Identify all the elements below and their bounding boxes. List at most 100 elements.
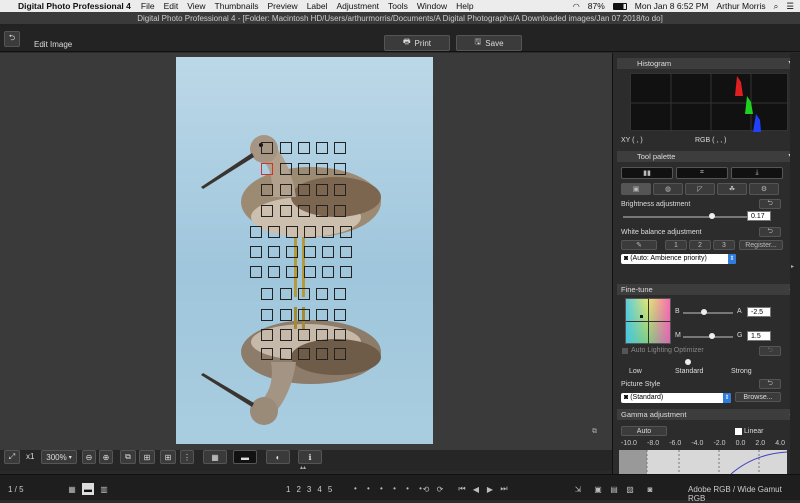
fit-button[interactable]: ⤢ — [4, 450, 20, 464]
gamma-header[interactable]: Gamma adjustment ⌄ — [617, 409, 799, 420]
save-button[interactable]: 🖫 Save — [456, 35, 522, 51]
alo-standard[interactable]: Standard — [675, 368, 703, 375]
wb-register-button[interactable]: Register... — [739, 240, 783, 250]
zoom-x1-button[interactable]: x1 — [26, 452, 34, 461]
list-icon[interactable]: ☰ — [786, 1, 794, 12]
gamma-auto-button[interactable]: Auto — [621, 426, 667, 436]
picture-style-reset-button[interactable]: ⮌ — [759, 379, 781, 389]
wb-select[interactable]: ◙ (Auto: Ambience priority) ⇕ — [621, 254, 736, 264]
brightness-knob[interactable] — [709, 213, 716, 219]
crop-view-button[interactable]: ⧉ — [120, 450, 136, 464]
layout-button[interactable]: ▦ — [203, 450, 227, 464]
brightness-value[interactable]: 0.17 — [747, 211, 771, 221]
user-name[interactable]: Arthur Morris — [716, 1, 765, 11]
dust-delete-button[interactable]: ⋮ — [180, 450, 194, 464]
menu-thumbnails[interactable]: Thumbnails — [215, 1, 259, 11]
camera-button[interactable]: ◙ — [644, 483, 656, 495]
rotate-left-button[interactable]: ⟲ — [420, 483, 432, 495]
highlight-warning-button[interactable]: ◐ — [266, 450, 290, 464]
star-2-button[interactable]: 2 — [296, 485, 300, 494]
first-image-button[interactable]: ⏮ — [456, 483, 468, 495]
subtab-tone[interactable]: ◍ — [653, 183, 683, 195]
subtab-settings[interactable]: ⚙ — [749, 183, 779, 195]
print-button[interactable]: 🖶 Print — [384, 35, 450, 51]
wb-reset-button[interactable]: ⮌ — [759, 227, 781, 237]
wb-preset-3[interactable]: 3 — [713, 240, 735, 250]
menu-label[interactable]: Label — [307, 1, 328, 11]
next-image-button[interactable]: ▶ — [484, 483, 496, 495]
browse-button[interactable]: Browse... — [735, 392, 781, 402]
histogram-header[interactable]: Histogram ▼ — [617, 58, 799, 69]
menu-view[interactable]: View — [187, 1, 205, 11]
transfer-button[interactable]: ⇲ — [572, 483, 584, 495]
thumb-view-button[interactable]: ▦ — [66, 483, 78, 495]
canvas-corner-icon[interactable]: ⧉ — [592, 428, 597, 436]
wb-preset-2[interactable]: 2 — [689, 240, 711, 250]
tool-tab-crop[interactable]: ⌗ — [676, 167, 728, 179]
alo-strong[interactable]: Strong — [731, 368, 752, 375]
battery-percent[interactable]: 87% — [588, 1, 605, 11]
tool-tab-basic[interactable]: ▮▮ — [621, 167, 673, 179]
ba-knob[interactable] — [701, 309, 707, 315]
alo-low[interactable]: Low — [629, 368, 642, 375]
wifi-icon[interactable]: ◠ — [573, 2, 580, 11]
compare-button[interactable]: ▬ — [233, 450, 257, 464]
subtab-curve[interactable]: ◸ — [685, 183, 715, 195]
brightness-reset-button[interactable]: ⮌ — [759, 199, 781, 209]
search-icon[interactable]: ⌕ — [774, 1, 779, 12]
prev-image-button[interactable]: ◀ — [470, 483, 482, 495]
star-3-button[interactable]: 3 — [307, 485, 311, 494]
menu-tools[interactable]: Tools — [388, 1, 408, 11]
brightness-slider[interactable] — [623, 216, 747, 218]
star-5-button[interactable]: 5 — [328, 485, 332, 494]
menu-file[interactable]: File — [141, 1, 155, 11]
fine-tune-g-value[interactable]: 1.5 — [747, 331, 771, 341]
check-marks[interactable]: • • • • • • — [354, 484, 426, 493]
panel-view-2-button[interactable]: ▤ — [608, 483, 620, 495]
panel-view-3-button[interactable]: ▨ — [624, 483, 636, 495]
color-wheel[interactable] — [625, 298, 672, 345]
mg-knob[interactable] — [709, 333, 715, 339]
info-button[interactable]: ℹ — [298, 450, 322, 464]
tool-tab-output[interactable]: ⤓ — [731, 167, 783, 179]
menu-adjustment[interactable]: Adjustment — [337, 1, 380, 11]
af-point-view-button[interactable]: ⊞ — [139, 450, 155, 464]
tool-palette-header[interactable]: Tool palette ▼ — [617, 151, 799, 162]
collapse-arrow-icon[interactable]: ▸ — [791, 263, 794, 270]
last-image-button[interactable]: ⏭ — [498, 483, 510, 495]
rotate-right-button[interactable]: ⟳ — [434, 483, 446, 495]
single-view-button[interactable]: ▬ — [82, 483, 94, 495]
menu-edit[interactable]: Edit — [164, 1, 179, 11]
back-button[interactable]: ⮌ — [4, 31, 20, 47]
star-4-button[interactable]: 4 — [317, 485, 321, 494]
mg-slider[interactable] — [683, 336, 733, 338]
grid-view-button[interactable]: ⊞ — [160, 450, 176, 464]
zoom-select[interactable]: 300% ▾ — [41, 450, 77, 464]
datetime[interactable]: Mon Jan 8 6:52 PM — [635, 1, 709, 11]
handle-up-icon[interactable]: ▴▴ — [300, 464, 306, 471]
filmstrip-view-button[interactable]: ▥ — [98, 483, 110, 495]
panel-scroll-edge[interactable]: ▸ — [790, 53, 800, 474]
alo-checkbox[interactable] — [622, 348, 628, 354]
menu-help[interactable]: Help — [456, 1, 473, 11]
menu-preview[interactable]: Preview — [267, 1, 297, 11]
battery-icon[interactable] — [612, 2, 627, 10]
fine-tune-a-value[interactable]: -2.5 — [747, 307, 771, 317]
app-menu[interactable]: Digital Photo Professional 4 — [18, 1, 131, 11]
preview-image[interactable] — [176, 57, 433, 444]
fine-tune-header[interactable]: Fine-tune ⌄ — [617, 284, 799, 295]
subtab-color[interactable]: ☘ — [717, 183, 747, 195]
alo-reset-button[interactable]: ⮌ — [759, 346, 781, 356]
wb-preset-1[interactable]: 1 — [665, 240, 687, 250]
zoom-in-button[interactable]: ⊕ — [99, 450, 113, 464]
subtab-basic[interactable]: ▣ — [621, 183, 651, 195]
gamma-graph[interactable] — [619, 450, 788, 475]
picture-style-select[interactable]: ◙ (Standard) ⇕ — [621, 393, 731, 403]
panel-view-1-button[interactable]: ▣ — [592, 483, 604, 495]
ba-slider[interactable] — [683, 312, 733, 314]
menu-window[interactable]: Window — [417, 1, 447, 11]
star-1-button[interactable]: 1 — [286, 485, 290, 494]
wb-eyedropper-button[interactable]: ✎ — [621, 240, 657, 250]
zoom-out-button[interactable]: ⊖ — [82, 450, 96, 464]
linear-checkbox[interactable] — [735, 428, 742, 435]
